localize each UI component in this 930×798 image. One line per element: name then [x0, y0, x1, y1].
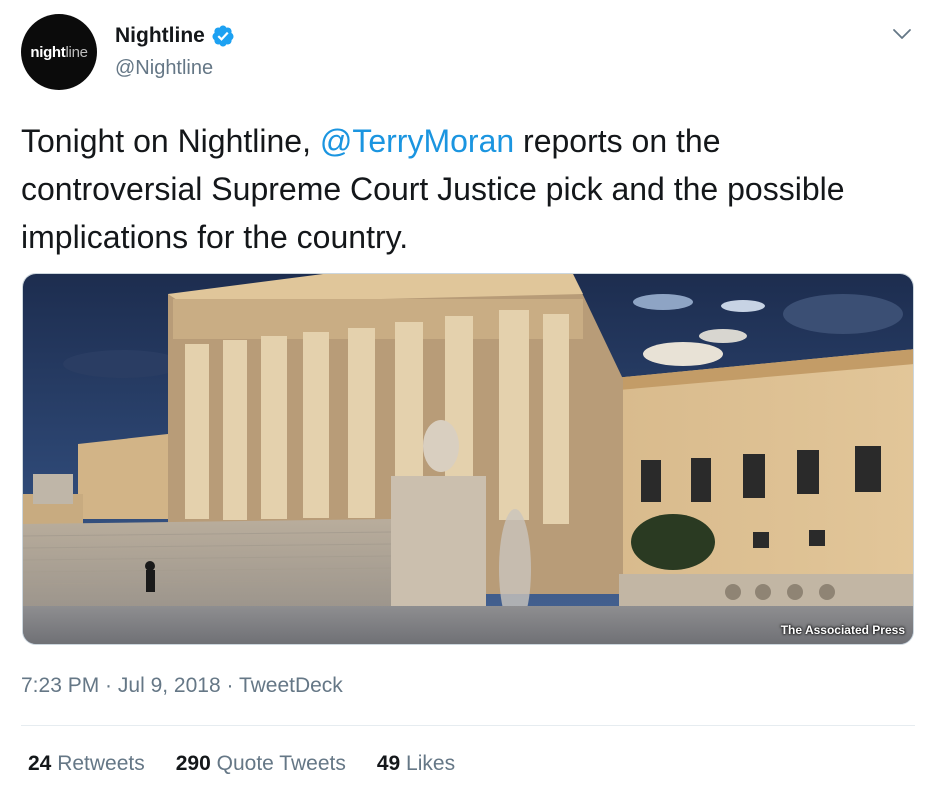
tweet-media-photo[interactable]: The Associated Press — [22, 273, 914, 645]
meta-separator: · — [99, 674, 118, 697]
divider — [21, 725, 915, 726]
quote-tweets-stat[interactable]: 290 Quote Tweets — [176, 752, 346, 776]
tweet-metadata: 7:23 PM · Jul 9, 2018 · TweetDeck — [21, 674, 343, 698]
tweet-date[interactable]: Jul 9, 2018 — [118, 674, 221, 697]
tweet-timestamp[interactable]: 7:23 PM — [21, 674, 99, 697]
photo-credit: The Associated Press — [780, 623, 905, 637]
avatar-logo-light: line — [65, 43, 88, 61]
author-handle[interactable]: @Nightline — [115, 57, 213, 80]
quote-tweets-count: 290 — [175, 752, 211, 775]
author-name-row: Nightline — [115, 24, 235, 48]
likes-stat[interactable]: 49 Likes — [377, 752, 455, 776]
avatar-logo-text: nightline — [30, 43, 88, 61]
chevron-down-icon[interactable] — [890, 22, 914, 46]
meta-separator: · — [220, 674, 239, 697]
tweet-text-part: Tonight on Nightline, — [21, 123, 320, 159]
retweets-label: Retweets — [57, 752, 145, 775]
avatar[interactable]: nightline — [21, 14, 97, 90]
likes-count: 49 — [376, 752, 401, 775]
mention-link[interactable]: @TerryMoran — [320, 123, 514, 159]
quote-tweets-label: Quote Tweets — [216, 752, 346, 775]
avatar-logo-bold: night — [30, 43, 66, 61]
tweet-source[interactable]: TweetDeck — [239, 674, 343, 697]
likes-label: Likes — [406, 752, 456, 775]
verified-badge-icon — [212, 25, 234, 47]
tweet-stats: 24 Retweets 290 Quote Tweets 49 Likes — [28, 752, 486, 776]
retweets-stat[interactable]: 24 Retweets — [28, 752, 145, 776]
tweet-text: Tonight on Nightline, @TerryMoran report… — [21, 117, 901, 261]
retweets-count: 24 — [28, 752, 52, 775]
supreme-court-photo — [23, 274, 913, 644]
display-name[interactable]: Nightline — [115, 24, 205, 48]
